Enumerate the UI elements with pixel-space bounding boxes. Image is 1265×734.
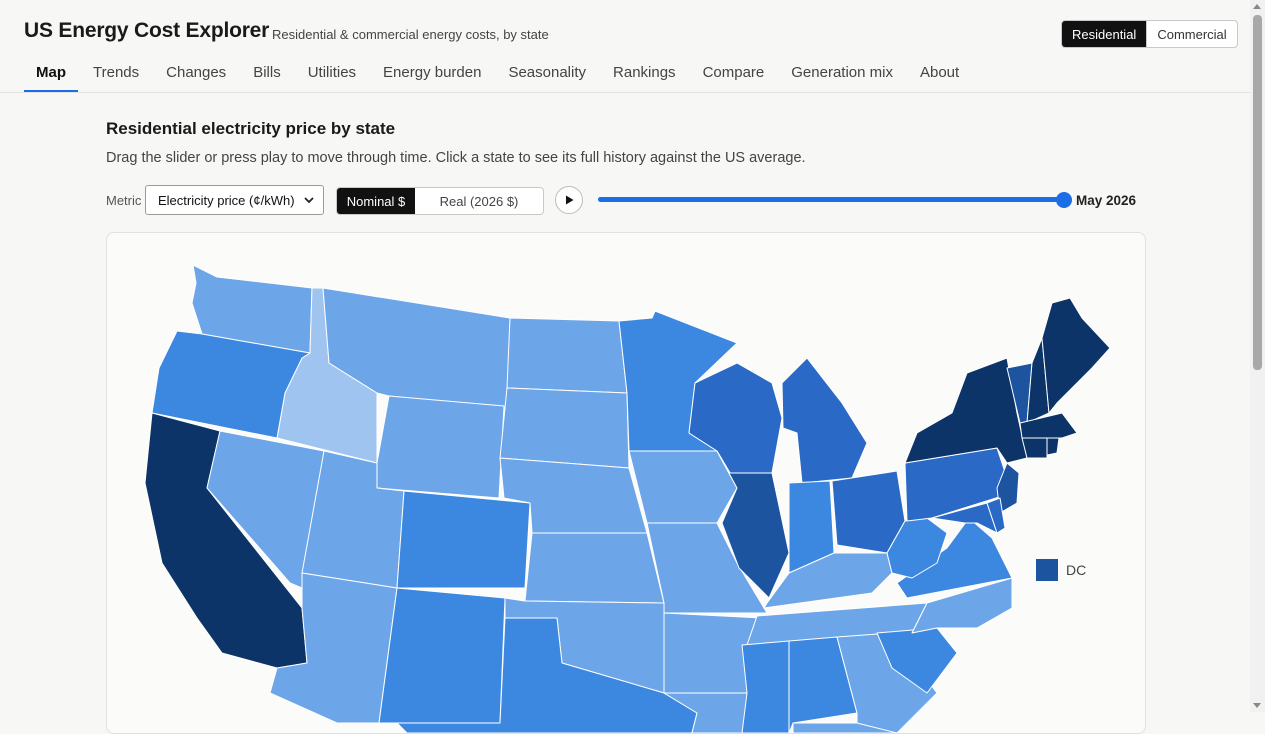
state-nm[interactable]: [378, 587, 506, 724]
scroll-up-icon[interactable]: [1253, 4, 1261, 9]
tab-map[interactable]: Map: [24, 54, 78, 92]
app-subtitle: Residential & commercial energy costs, b…: [272, 27, 549, 42]
play-icon: [566, 195, 574, 205]
tab-trends[interactable]: Trends: [81, 54, 151, 92]
state-wy[interactable]: [376, 395, 505, 499]
dc-swatch[interactable]: [1036, 559, 1058, 581]
tab-compare[interactable]: Compare: [691, 54, 777, 92]
slider-fill: [598, 197, 1064, 202]
slider-handle[interactable]: [1056, 192, 1072, 208]
play-button[interactable]: [555, 186, 583, 214]
us-map: [144, 264, 1111, 733]
page-description: Drag the slider or press play to move th…: [106, 150, 806, 166]
app-header: US Energy Cost Explorer Residential & co…: [0, 0, 1250, 93]
map-card: DC: [106, 232, 1146, 734]
metric-select[interactable]: Electricity price (¢/kWh): [145, 185, 324, 215]
page-title: Residential electricity price by state: [106, 119, 396, 138]
nav-tabs: Map Trends Changes Bills Utilities Energ…: [24, 54, 974, 92]
state-ks[interactable]: [524, 532, 665, 604]
app-title: US Energy Cost Explorer: [24, 19, 270, 42]
tab-generation-mix[interactable]: Generation mix: [779, 54, 905, 92]
tab-about[interactable]: About: [908, 54, 971, 92]
scrollbar-thumb[interactable]: [1253, 15, 1262, 370]
dc-legend[interactable]: DC: [1036, 559, 1086, 581]
tab-bills[interactable]: Bills: [241, 54, 293, 92]
time-slider[interactable]: [598, 192, 1072, 208]
mode-commercial-button[interactable]: Commercial: [1146, 21, 1236, 47]
state-me[interactable]: [1041, 297, 1111, 414]
price-basis-toggle: Nominal $ Real (2026 $): [336, 187, 544, 215]
tab-rankings[interactable]: Rankings: [601, 54, 688, 92]
state-ri[interactable]: [1046, 437, 1060, 456]
state-ms[interactable]: [741, 640, 790, 733]
metric-select-value: Electricity price (¢/kWh): [158, 192, 295, 208]
tab-utilities[interactable]: Utilities: [296, 54, 368, 92]
tab-changes[interactable]: Changes: [154, 54, 238, 92]
state-ia[interactable]: [628, 450, 738, 524]
current-date: May 2026: [1076, 193, 1137, 208]
tab-energy-burden[interactable]: Energy burden: [371, 54, 493, 92]
nominal-button[interactable]: Nominal $: [337, 188, 415, 214]
state-co[interactable]: [396, 490, 531, 589]
mode-toggle: Residential Commercial: [1061, 20, 1238, 48]
state-mi[interactable]: [781, 357, 868, 484]
state-nd[interactable]: [506, 317, 628, 394]
metric-label: Metric: [106, 193, 142, 208]
dc-label: DC: [1066, 562, 1087, 578]
state-sd[interactable]: [499, 387, 630, 469]
real-button[interactable]: Real (2026 $): [415, 188, 543, 214]
scroll-down-icon[interactable]: [1253, 703, 1261, 708]
tab-seasonality[interactable]: Seasonality: [496, 54, 598, 92]
mode-residential-button[interactable]: Residential: [1062, 21, 1147, 47]
chevron-down-icon: [304, 197, 314, 204]
state-ct[interactable]: [1021, 437, 1048, 459]
page-scrollbar[interactable]: [1250, 0, 1265, 712]
